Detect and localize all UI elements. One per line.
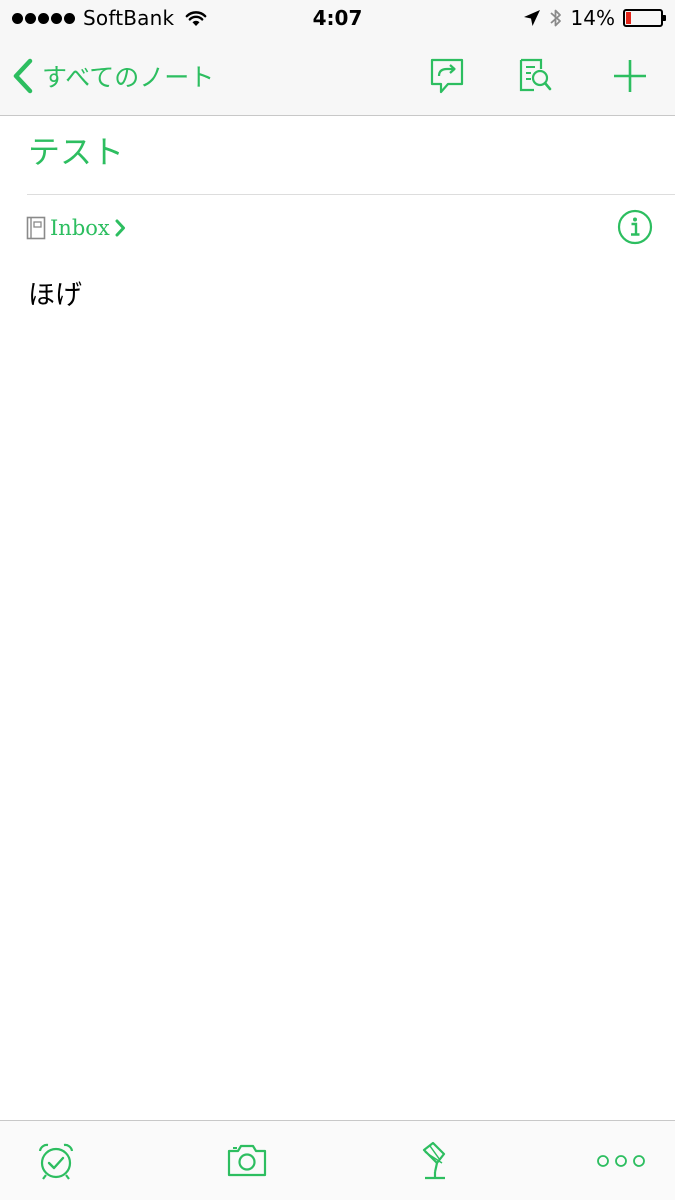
battery-fill (626, 12, 631, 24)
microphone-icon (422, 1141, 446, 1180)
notebook-selector[interactable]: Inbox (26, 212, 126, 244)
share-button[interactable] (425, 54, 469, 98)
note-body[interactable]: ほげ (28, 276, 82, 316)
search-in-note-icon (519, 58, 552, 92)
info-icon (617, 209, 653, 245)
more-options-button[interactable] (596, 1137, 646, 1185)
share-icon (430, 58, 464, 94)
note-info-button[interactable] (617, 209, 653, 245)
notebook-icon (26, 216, 46, 240)
plus-icon (614, 60, 646, 92)
note-title[interactable]: テスト (28, 130, 124, 174)
chevron-right-icon (115, 219, 125, 237)
chevron-left-icon (13, 58, 33, 94)
title-divider (27, 194, 675, 195)
camera-button[interactable] (223, 1137, 271, 1185)
audio-record-button[interactable] (409, 1137, 457, 1185)
more-dots-icon (597, 1155, 645, 1167)
status-right: 14% (523, 6, 666, 30)
notebook-name: Inbox (50, 216, 110, 240)
bluetooth-icon (549, 9, 561, 27)
camera-icon (227, 1144, 267, 1177)
battery-icon (623, 9, 666, 27)
new-note-button[interactable] (608, 54, 652, 98)
search-in-note-button[interactable] (513, 54, 557, 98)
status-bar: SoftBank 4:07 14% (0, 0, 675, 36)
navigation-bar: すべてのノート (0, 36, 675, 116)
back-button-label: すべてのノート (42, 63, 215, 92)
reminder-button[interactable] (32, 1137, 80, 1185)
battery-percent: 14% (570, 6, 615, 30)
location-arrow-icon (523, 10, 540, 26)
alarm-clock-icon (38, 1143, 74, 1180)
bottom-toolbar (0, 1120, 675, 1200)
back-button[interactable]: すべてのノート (12, 56, 214, 96)
